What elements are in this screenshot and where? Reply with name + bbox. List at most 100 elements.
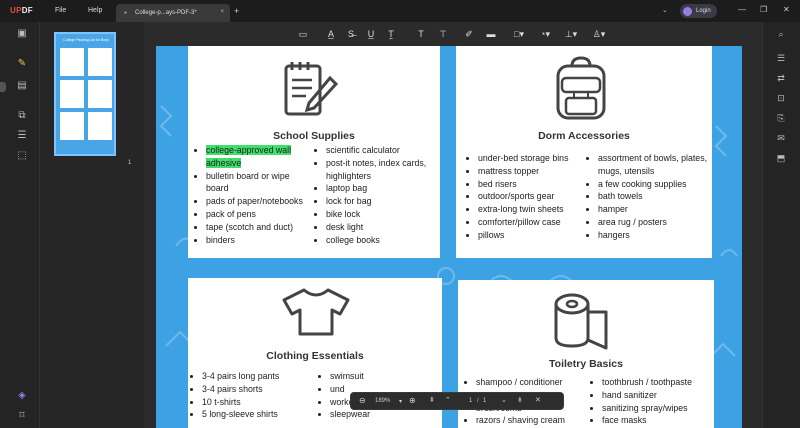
- protect-icon[interactable]: ⊡: [775, 92, 787, 104]
- dorm-accessories-list-1: under-bed storage bins mattress topper b…: [466, 152, 592, 242]
- strikethrough-icon[interactable]: S̶: [344, 28, 358, 40]
- thumbnail-card: [60, 112, 84, 140]
- list-item: a few cooking supplies: [598, 178, 710, 191]
- chevron-down-icon[interactable]: ⌄: [662, 6, 668, 14]
- squiggly-icon[interactable]: T̰: [384, 28, 398, 40]
- list-item: bulletin board or wipe board: [206, 170, 312, 196]
- last-page-icon[interactable]: ⇟: [517, 396, 523, 404]
- text-comment-icon[interactable]: ⊤: [436, 28, 450, 40]
- eraser-icon[interactable]: ▬: [484, 28, 498, 40]
- school-supplies-list-2: scientific calculator post-it notes, ind…: [314, 144, 440, 246]
- list-item: pack of pens: [206, 208, 312, 221]
- page-current[interactable]: 1: [469, 398, 472, 404]
- edit-pdf-icon[interactable]: ▤: [16, 80, 28, 92]
- list-item: sleepwear: [330, 408, 438, 421]
- list-item: pillows: [478, 229, 592, 242]
- school-supplies-list-1: college-approved wall adhesive bulletin …: [194, 144, 312, 246]
- text-box-icon[interactable]: T: [414, 28, 428, 40]
- toiletry-basics-list-2: toothbrush / toothpaste hand sanitizer s…: [590, 376, 714, 427]
- list-item: 3-4 pairs shorts: [202, 383, 318, 396]
- thumbnail-card: [60, 80, 84, 108]
- zoom-in-icon[interactable]: ⊕: [409, 396, 416, 405]
- tab-close-icon[interactable]: ×: [220, 9, 224, 15]
- shape-tool-icon[interactable]: □▾: [512, 28, 526, 40]
- list-item: bath towels: [598, 190, 710, 203]
- menu-file[interactable]: File: [55, 7, 66, 14]
- list-item: comforter/pillow case: [478, 216, 592, 229]
- list-item: pads of paper/notebooks: [206, 195, 312, 208]
- signature-icon[interactable]: ♙▾: [592, 28, 606, 40]
- list-item: tape (scotch and duct): [206, 221, 312, 234]
- list-item: bike lock: [326, 208, 440, 221]
- dorm-accessories-title: Dorm Accessories: [538, 130, 630, 142]
- tab-title: College-p...ays-PDF-3*: [135, 10, 197, 16]
- zoom-dropdown-icon[interactable]: ▾: [399, 398, 402, 405]
- list-item: 10 t-shirts: [202, 396, 318, 409]
- crop-tool-icon[interactable]: ⬚: [16, 150, 28, 162]
- save-icon[interactable]: ⬒: [775, 152, 787, 164]
- login-button[interactable]: Login: [680, 4, 717, 18]
- highlighted-text[interactable]: college-approved wall adhesive: [206, 145, 292, 168]
- thumbnail-view-icon[interactable]: ▣: [16, 28, 28, 40]
- minimize-button[interactable]: —: [738, 5, 746, 14]
- list-item: hand sanitizer: [602, 389, 714, 402]
- convert-icon[interactable]: ⇄: [775, 72, 787, 84]
- maximize-button[interactable]: ❐: [760, 5, 767, 14]
- list-item: area rug / posters: [598, 216, 710, 229]
- close-icon[interactable]: ✕: [535, 396, 541, 404]
- zoom-out-icon[interactable]: ⊖: [359, 396, 366, 405]
- notepad-pencil-icon: [284, 62, 338, 116]
- left-toolbar: ▣ ✎ ▤ ⧉ ☰ ⬚ ◈ ⌑: [0, 22, 40, 428]
- comment-tool-icon[interactable]: ✎: [16, 58, 28, 70]
- next-page-icon[interactable]: ⌄: [501, 396, 507, 404]
- dorm-accessories-card: Dorm Accessories under-bed storage bins …: [456, 46, 712, 258]
- document-tab[interactable]: ● College-p...ays-PDF-3* ×: [116, 4, 230, 22]
- list-item: post-it notes, index cards, highlighters: [326, 157, 440, 183]
- thumbnail-title: College Packing List for Boys: [63, 38, 109, 42]
- first-page-icon[interactable]: ⇞: [429, 396, 435, 404]
- clothing-essentials-title: Clothing Essentials: [266, 350, 364, 362]
- school-supplies-title: School Supplies: [273, 130, 355, 142]
- organize-pages-icon[interactable]: ⧉: [16, 110, 28, 122]
- pdf-page: School Supplies college-approved wall ad…: [156, 46, 742, 428]
- list-item: under-bed storage bins: [478, 152, 592, 165]
- comment-icon[interactable]: ▭: [296, 28, 310, 40]
- share-icon[interactable]: ⎘: [775, 112, 787, 124]
- highlight-icon[interactable]: A̲: [324, 28, 338, 40]
- document-viewer: ▭ A̲ S̶ U̲ T̰ T ⊤ ✐ ▬ □▾ ◔▾ ⊥▾ ♙▾ School…: [144, 22, 762, 428]
- menu-help[interactable]: Help: [88, 7, 102, 14]
- toiletry-basics-title: Toiletry Basics: [549, 358, 623, 370]
- list-item: hangers: [598, 229, 710, 242]
- list-item: toothbrush / toothpaste: [602, 376, 714, 389]
- app-logo: UPDF: [10, 6, 33, 15]
- list-item: extra-long twin sheets: [478, 203, 592, 216]
- pencil-icon[interactable]: ✐: [462, 28, 476, 40]
- thumbnail-pane: College Packing List for Boys 1: [40, 22, 144, 428]
- login-label: Login: [696, 8, 711, 14]
- thumbnail-card: [88, 48, 112, 76]
- form-tool-icon[interactable]: ☰: [16, 130, 28, 142]
- thumbnail-card: [88, 80, 112, 108]
- stamp-icon[interactable]: ⊥▾: [564, 28, 578, 40]
- list-item: 5 long-sleeve shirts: [202, 408, 318, 421]
- thumbnail-page-number: 1: [128, 160, 132, 166]
- page-thumbnail[interactable]: College Packing List for Boys: [54, 32, 116, 156]
- bookmark-icon[interactable]: ⌑: [16, 410, 28, 422]
- collapse-handle[interactable]: [0, 82, 6, 92]
- sticker-icon[interactable]: ◔▾: [538, 28, 552, 40]
- ocr-icon[interactable]: ☰: [775, 52, 787, 64]
- close-window-button[interactable]: ✕: [783, 5, 790, 14]
- zoom-level[interactable]: 189%: [375, 398, 390, 404]
- ai-assistant-icon[interactable]: ◈: [16, 390, 28, 402]
- email-icon[interactable]: ✉: [775, 132, 787, 144]
- underline-icon[interactable]: U̲: [364, 28, 378, 40]
- list-item: sanitizing spray/wipes: [602, 402, 714, 415]
- list-item: college books: [326, 234, 440, 247]
- tab-indicator-icon: ●: [124, 10, 128, 16]
- list-item: outdoor/sports gear: [478, 190, 592, 203]
- list-item: college-approved wall adhesive: [206, 144, 312, 170]
- search-icon[interactable]: ⌕: [775, 28, 787, 40]
- previous-page-icon[interactable]: ⌃: [445, 396, 451, 404]
- list-item: desk light: [326, 221, 440, 234]
- new-tab-button[interactable]: +: [234, 6, 239, 16]
